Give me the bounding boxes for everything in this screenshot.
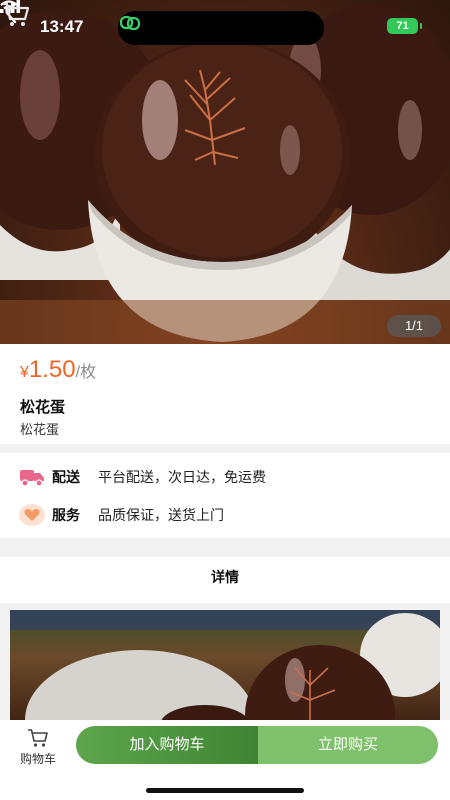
dynamic-island — [118, 11, 324, 45]
product-title: 松花蛋 — [20, 399, 66, 416]
delivery-row: 配送 平台配送，次日达，免运费 — [18, 464, 266, 490]
product-image[interactable]: 13:47 71 1/1 — [0, 0, 450, 344]
add-to-cart-button[interactable]: 加入购物车 — [76, 726, 258, 764]
link-icon — [119, 15, 141, 31]
delivery-value: 平台配送，次日达，免运费 — [98, 469, 266, 485]
detail-header: 详情 — [0, 557, 450, 603]
bottom-action-bar: 购物车 加入购物车 立即购买 — [0, 720, 450, 800]
service-label: 服务 — [52, 507, 80, 523]
detail-egg-photo — [10, 610, 440, 730]
home-indicator — [146, 788, 304, 793]
service-section: 配送 平台配送，次日达，免运费 服务 品质保证，送货上门 — [0, 453, 450, 538]
service-value: 品质保证，送货上门 — [98, 507, 224, 523]
status-time: 13:47 — [40, 17, 84, 36]
detail-image[interactable] — [10, 610, 440, 730]
price-unit: /枚 — [75, 364, 97, 381]
delivery-truck-icon — [20, 470, 44, 487]
price-currency: ¥ — [20, 364, 29, 381]
status-bar: 13:47 71 — [0, 0, 450, 50]
product-subtitle: 松花蛋 — [20, 422, 60, 437]
battery-indicator: 71 — [387, 18, 422, 34]
service-row: 服务 品质保证，送货上门 — [18, 502, 224, 528]
product-info: ¥1.50/枚 松花蛋 松花蛋 — [0, 344, 450, 444]
cart-icon[interactable] — [0, 0, 30, 28]
cart-tab[interactable]: 购物车 — [15, 728, 61, 768]
heart-icon — [19, 504, 45, 526]
buy-now-button[interactable]: 立即购买 — [258, 726, 438, 764]
image-pager: 1/1 — [387, 315, 441, 337]
preserved-egg-photo — [0, 5, 450, 344]
delivery-label: 配送 — [52, 469, 80, 485]
price: ¥1.50/枚 — [20, 356, 96, 384]
cart-tab-label: 购物车 — [19, 752, 56, 766]
price-amount: 1.50 — [28, 356, 76, 383]
cart-icon — [28, 729, 48, 747]
